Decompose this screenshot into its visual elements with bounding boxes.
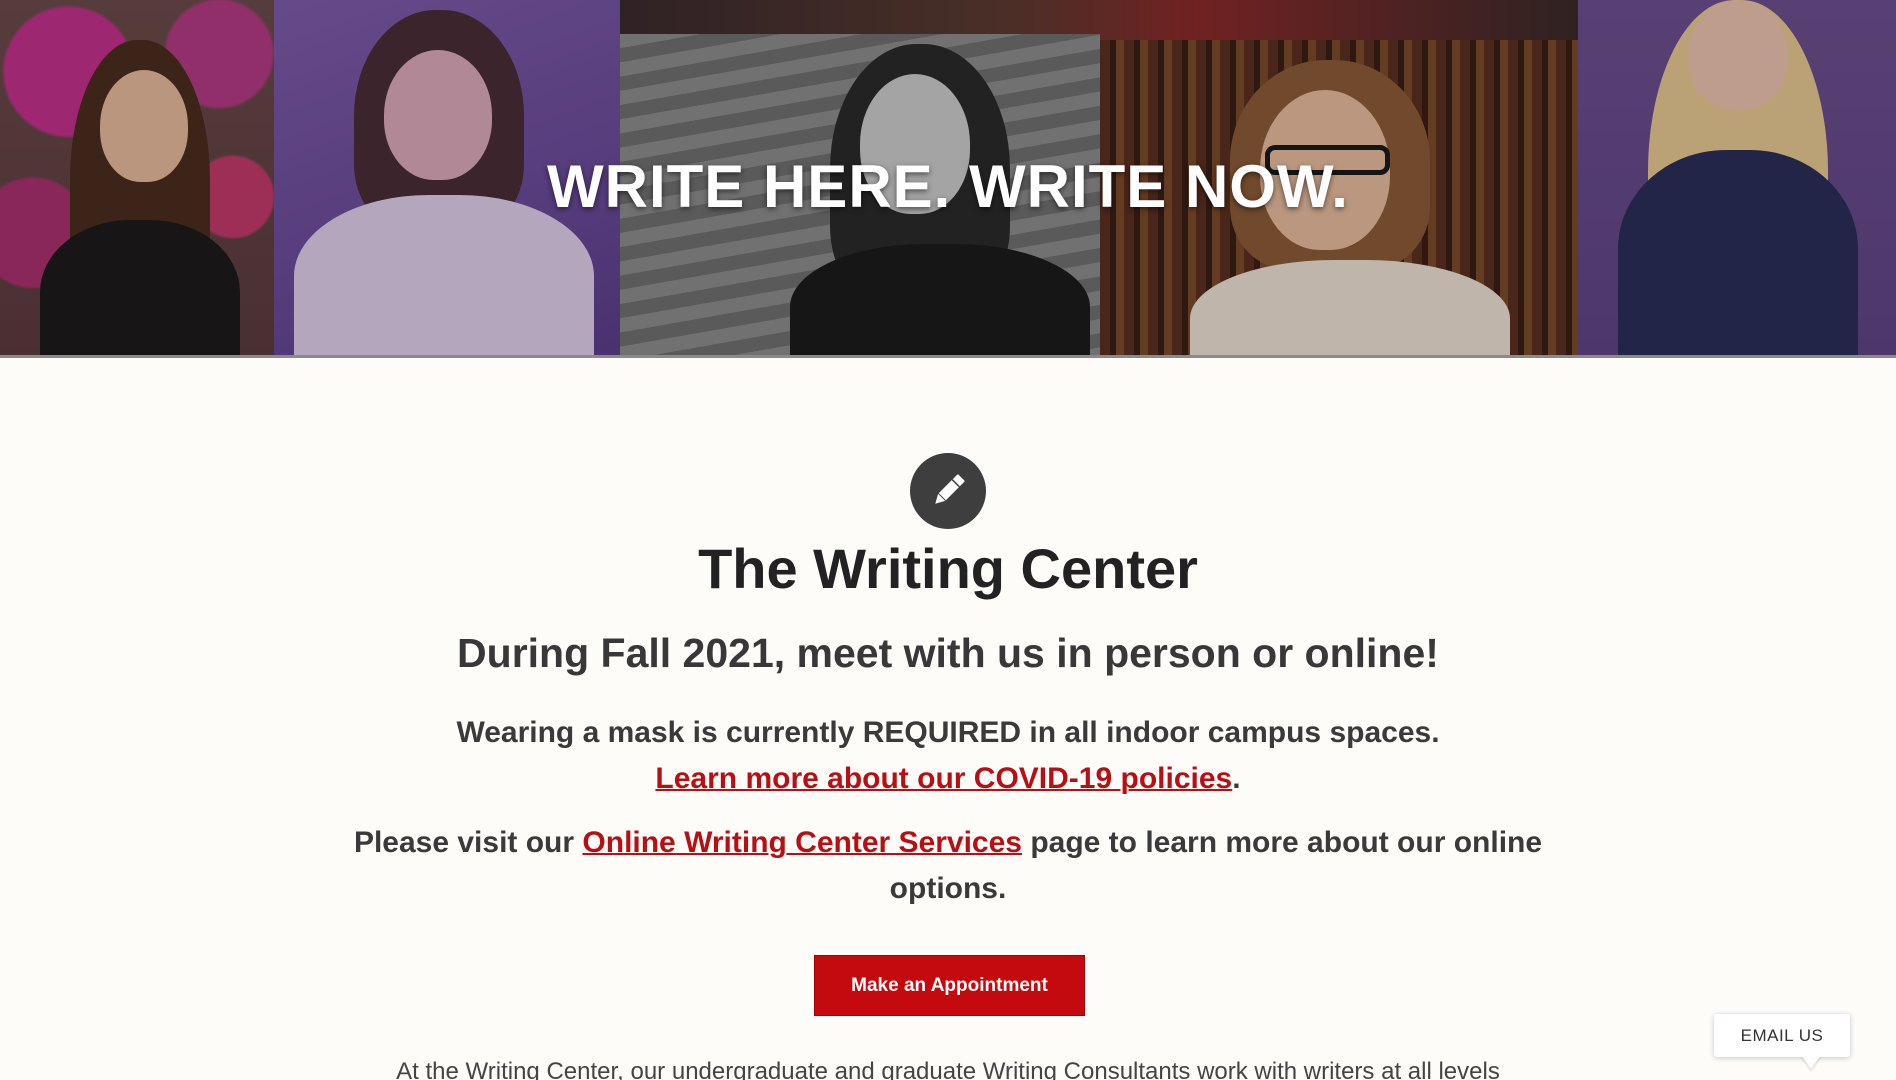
email-us-tail (1801, 1055, 1821, 1069)
pencil-icon (910, 453, 986, 529)
intro-paragraph: At the Writing Center, our undergraduate… (396, 1058, 1500, 1080)
online-services-link[interactable]: Online Writing Center Services (582, 826, 1022, 859)
pencil-icon-glyph (935, 474, 965, 504)
page-title: The Writing Center (698, 537, 1198, 600)
covid-policy-link[interactable]: Learn more about our COVID-19 policies (655, 762, 1232, 795)
online-prefix: Please visit our (353, 826, 583, 859)
mask-notice: Wearing a mask is currently REQUIRED in … (0, 710, 1896, 802)
hero-title: WRITE HERE. WRITE NOW. (547, 153, 1349, 220)
fall-subtitle: During Fall 2021, meet with us in person… (457, 630, 1439, 676)
covid-policy-line: Learn more about our COVID-19 policies. (0, 756, 1896, 802)
covid-policy-period: . (1232, 762, 1241, 795)
online-services-text: Please visit our Online Writing Center S… (300, 820, 1596, 912)
email-us-button[interactable]: EMAIL US (1714, 1014, 1850, 1057)
main-content: The Writing Center During Fall 2021, mee… (0, 358, 1896, 1080)
hero-banner: WRITE HERE. WRITE NOW. (0, 0, 1896, 358)
make-appointment-button[interactable]: Make an Appointment (814, 955, 1085, 1016)
mask-notice-text: Wearing a mask is currently REQUIRED in … (456, 716, 1440, 749)
